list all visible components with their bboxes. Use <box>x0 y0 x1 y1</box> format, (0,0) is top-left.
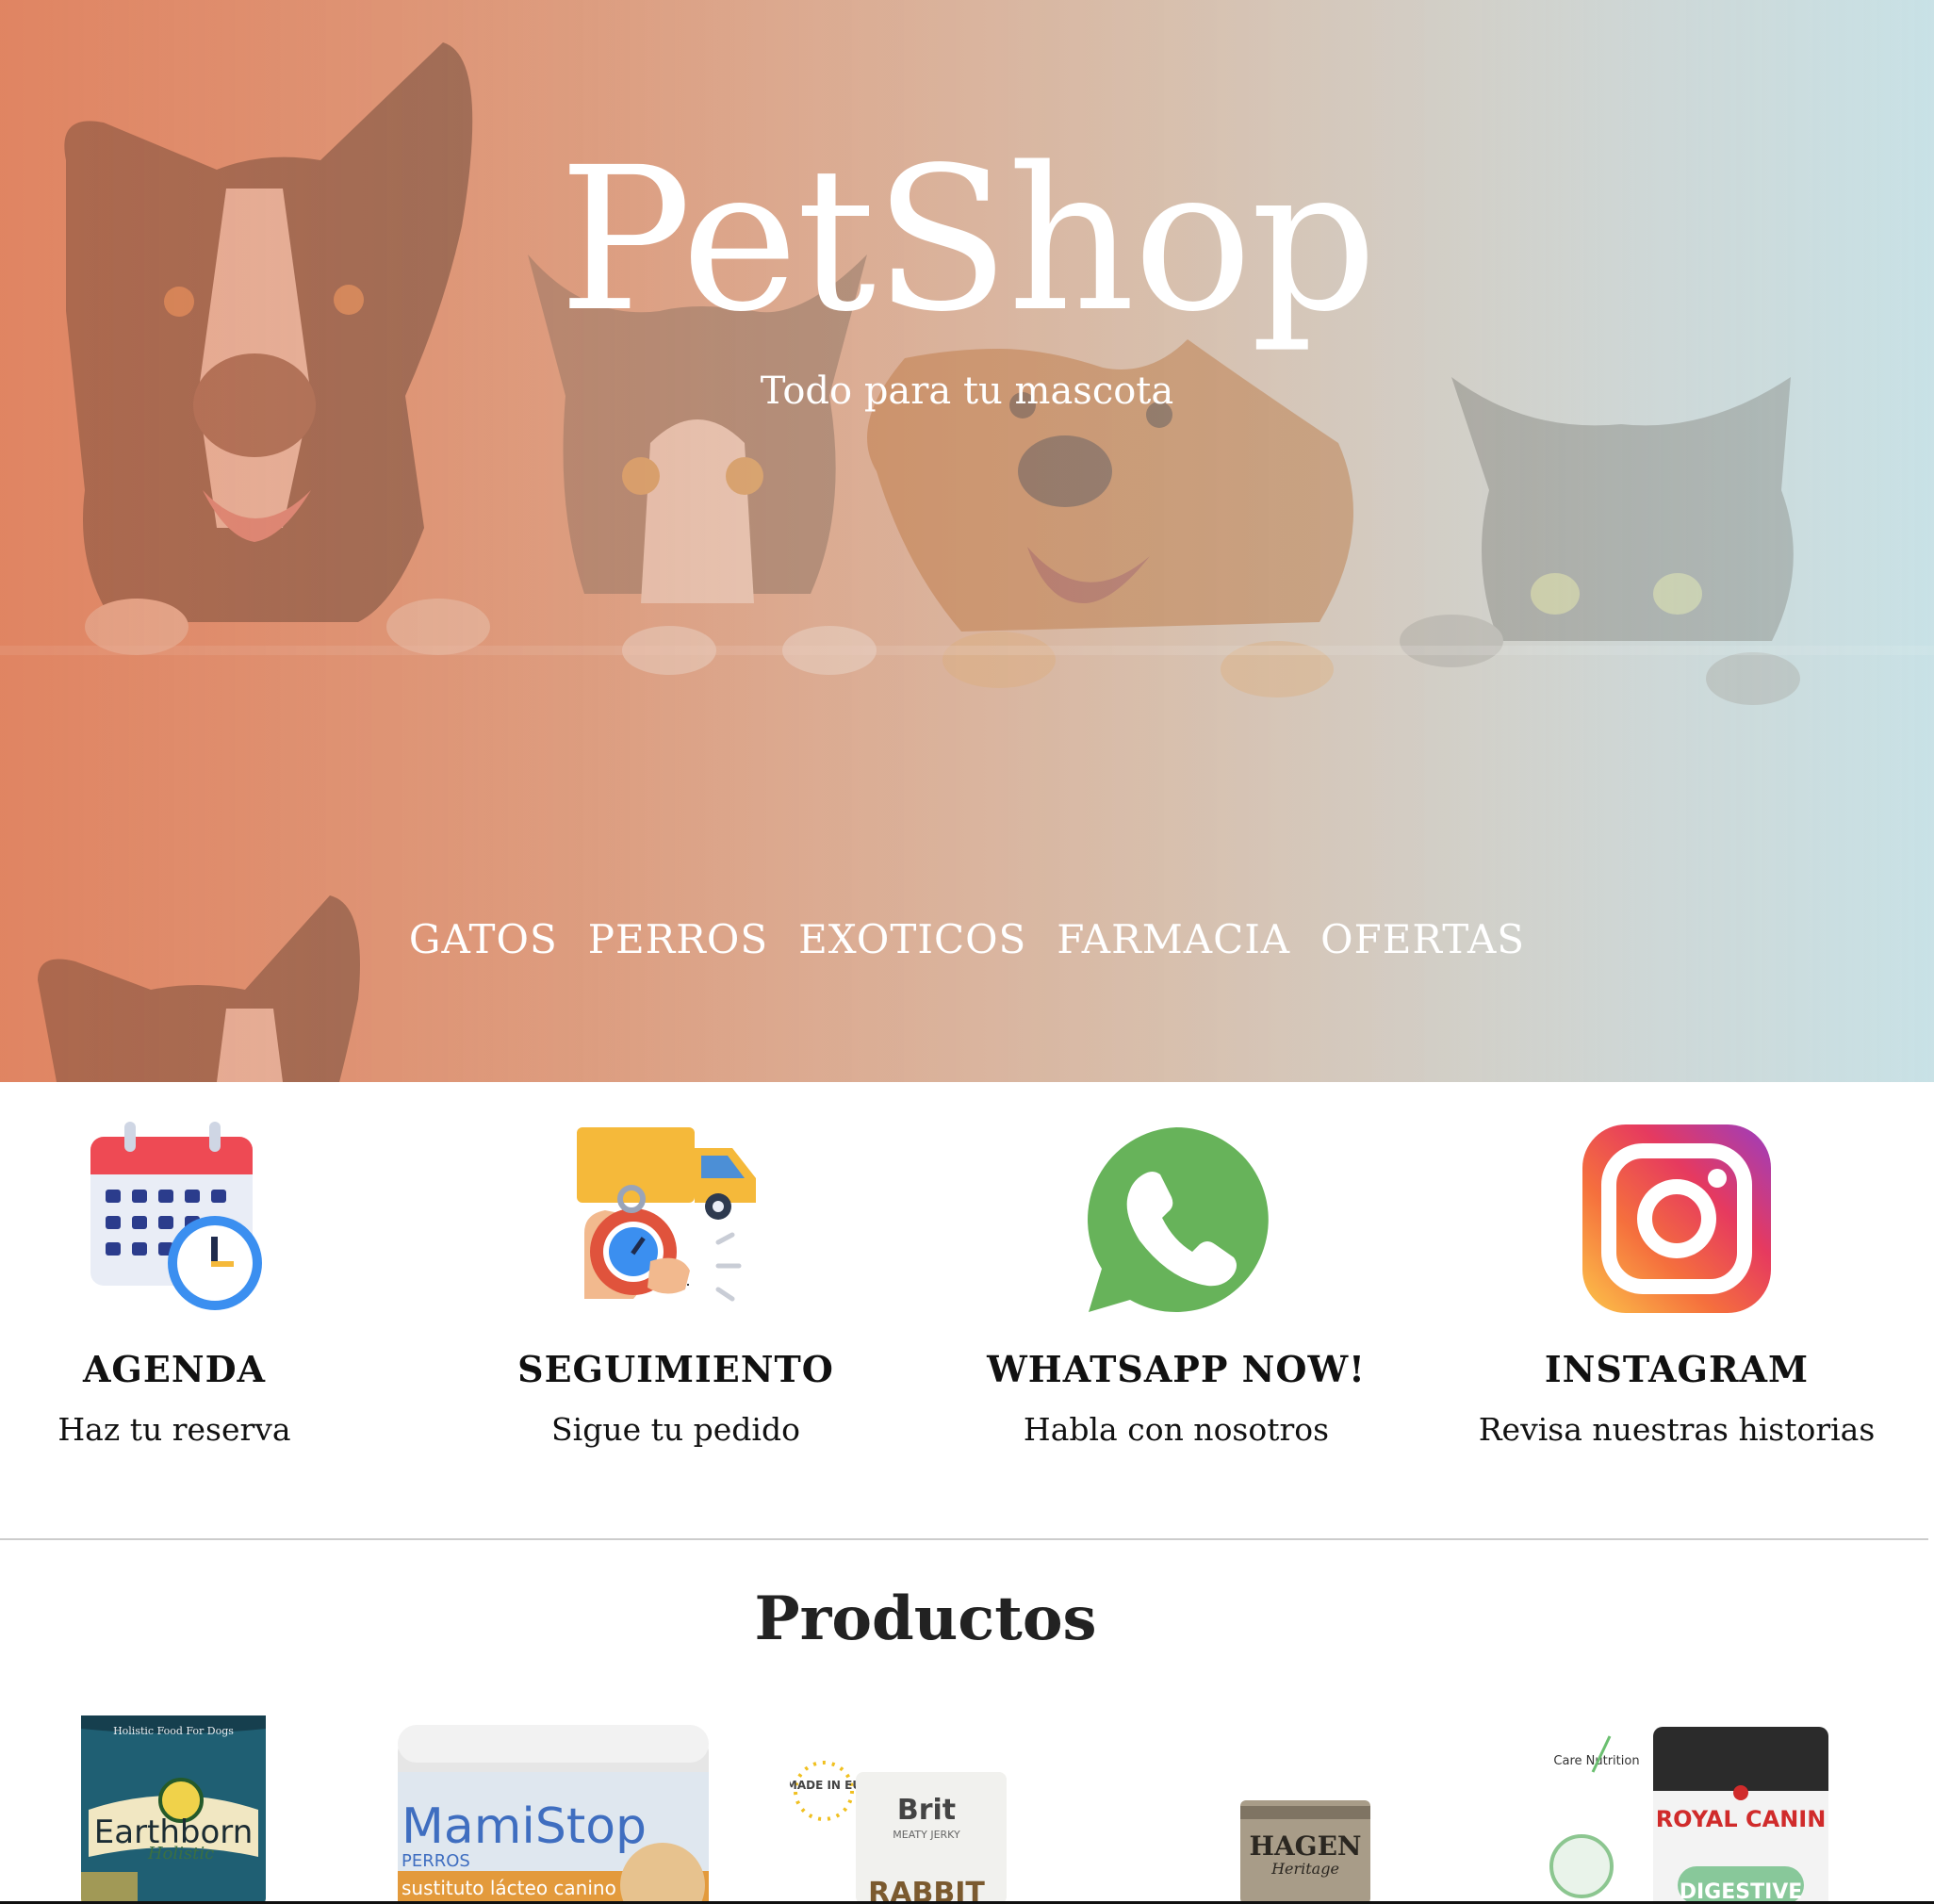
product-badge: MADE IN EU <box>790 1779 861 1792</box>
feature-instagram[interactable]: INSTAGRAM Revisa nuestras historias <box>1469 1120 1884 1448</box>
hero-banner: PetShop Todo para tu mascota GATOS PERRO… <box>0 0 1934 1082</box>
product-brand: MamiStop <box>402 1798 647 1855</box>
product-subtitle: Holistic <box>147 1844 214 1863</box>
feature-agenda[interactable]: AGENDA Haz tu reserva <box>0 1120 382 1448</box>
product-brand: HAGEN <box>1249 1830 1361 1862</box>
product-subtitle: RABBIT <box>868 1877 985 1904</box>
main-nav: GATOS PERROS EXOTICOS FARMACIA OFERTAS <box>0 916 1934 962</box>
site-subtitle: Todo para tu mascota <box>760 369 1174 413</box>
features-section: AGENDA Haz tu reserva SEGUIMIENTO Sigue … <box>0 1082 1934 1539</box>
product-card-mamistop[interactable]: MamiStop PERROS sustituto lácteo canino <box>394 1725 713 1904</box>
product-tagline: MEATY JERKY <box>893 1829 960 1841</box>
products-strip: Holistic Food For Dogs Earthborn Holisti… <box>0 1706 1934 1904</box>
feature-title: AGENDA <box>82 1348 267 1390</box>
whatsapp-icon <box>1077 1120 1275 1318</box>
product-tagline: sustituto lácteo canino <box>402 1877 616 1899</box>
feature-desc: Sigue tu pedido <box>551 1411 800 1448</box>
product-card-royal-canin[interactable]: Care Nutrition ROYAL CANIN DIGESTIVE <box>1536 1725 1828 1904</box>
section-divider <box>0 1538 1928 1540</box>
product-image: MamiStop PERROS sustituto lácteo canino <box>398 1725 709 1904</box>
instagram-icon <box>1578 1120 1776 1318</box>
feature-desc: Revisa nuestras historias <box>1478 1411 1876 1448</box>
nav-item-exoticos[interactable]: EXOTICOS <box>798 916 1026 962</box>
product-image: MADE IN EU Brit MEATY JERKY RABBIT <box>790 1761 1007 1904</box>
delivery-truck-stopwatch-icon <box>577 1120 775 1318</box>
product-card-brit[interactable]: MADE IN EU Brit MEATY JERKY RABBIT <box>790 1744 1016 1904</box>
calendar-clock-icon <box>75 1120 273 1318</box>
feature-desc: Habla con nosotros <box>1023 1411 1330 1448</box>
product-subtitle: Heritage <box>1270 1860 1339 1878</box>
nav-item-ofertas[interactable]: OFERTAS <box>1320 916 1525 962</box>
feature-title: INSTAGRAM <box>1544 1348 1810 1390</box>
site-title: PetShop <box>558 124 1378 355</box>
feature-title: SEGUIMIENTO <box>517 1348 834 1390</box>
products-heading: Productos <box>754 1584 1097 1654</box>
nav-item-perros[interactable]: PERROS <box>588 916 768 962</box>
product-card-hagen[interactable]: HAGEN Heritage <box>1240 1800 1370 1904</box>
product-card-earthborn[interactable]: Holistic Food For Dogs Earthborn Holisti… <box>81 1715 266 1904</box>
feature-seguimiento[interactable]: SEGUIMIENTO Sigue tu pedido <box>468 1120 883 1448</box>
feature-whatsapp[interactable]: WHATSAPP NOW! Habla con nosotros <box>969 1120 1384 1448</box>
product-brand: Brit <box>897 1794 956 1827</box>
product-image: HAGEN Heritage <box>1240 1800 1370 1904</box>
product-image: Care Nutrition ROYAL CANIN DIGESTIVE <box>1549 1727 1828 1904</box>
feature-desc: Haz tu reserva <box>57 1411 291 1448</box>
product-brand: ROYAL CANIN <box>1656 1806 1827 1832</box>
feature-title: WHATSAPP NOW! <box>987 1348 1366 1390</box>
product-tagline: Holistic Food For Dogs <box>113 1725 234 1737</box>
nav-item-farmacia[interactable]: FARMACIA <box>1057 916 1290 962</box>
nav-item-gatos[interactable]: GATOS <box>409 916 558 962</box>
product-image: Holistic Food For Dogs Earthborn Holisti… <box>81 1715 266 1904</box>
product-subtitle: PERROS <box>402 1851 470 1871</box>
